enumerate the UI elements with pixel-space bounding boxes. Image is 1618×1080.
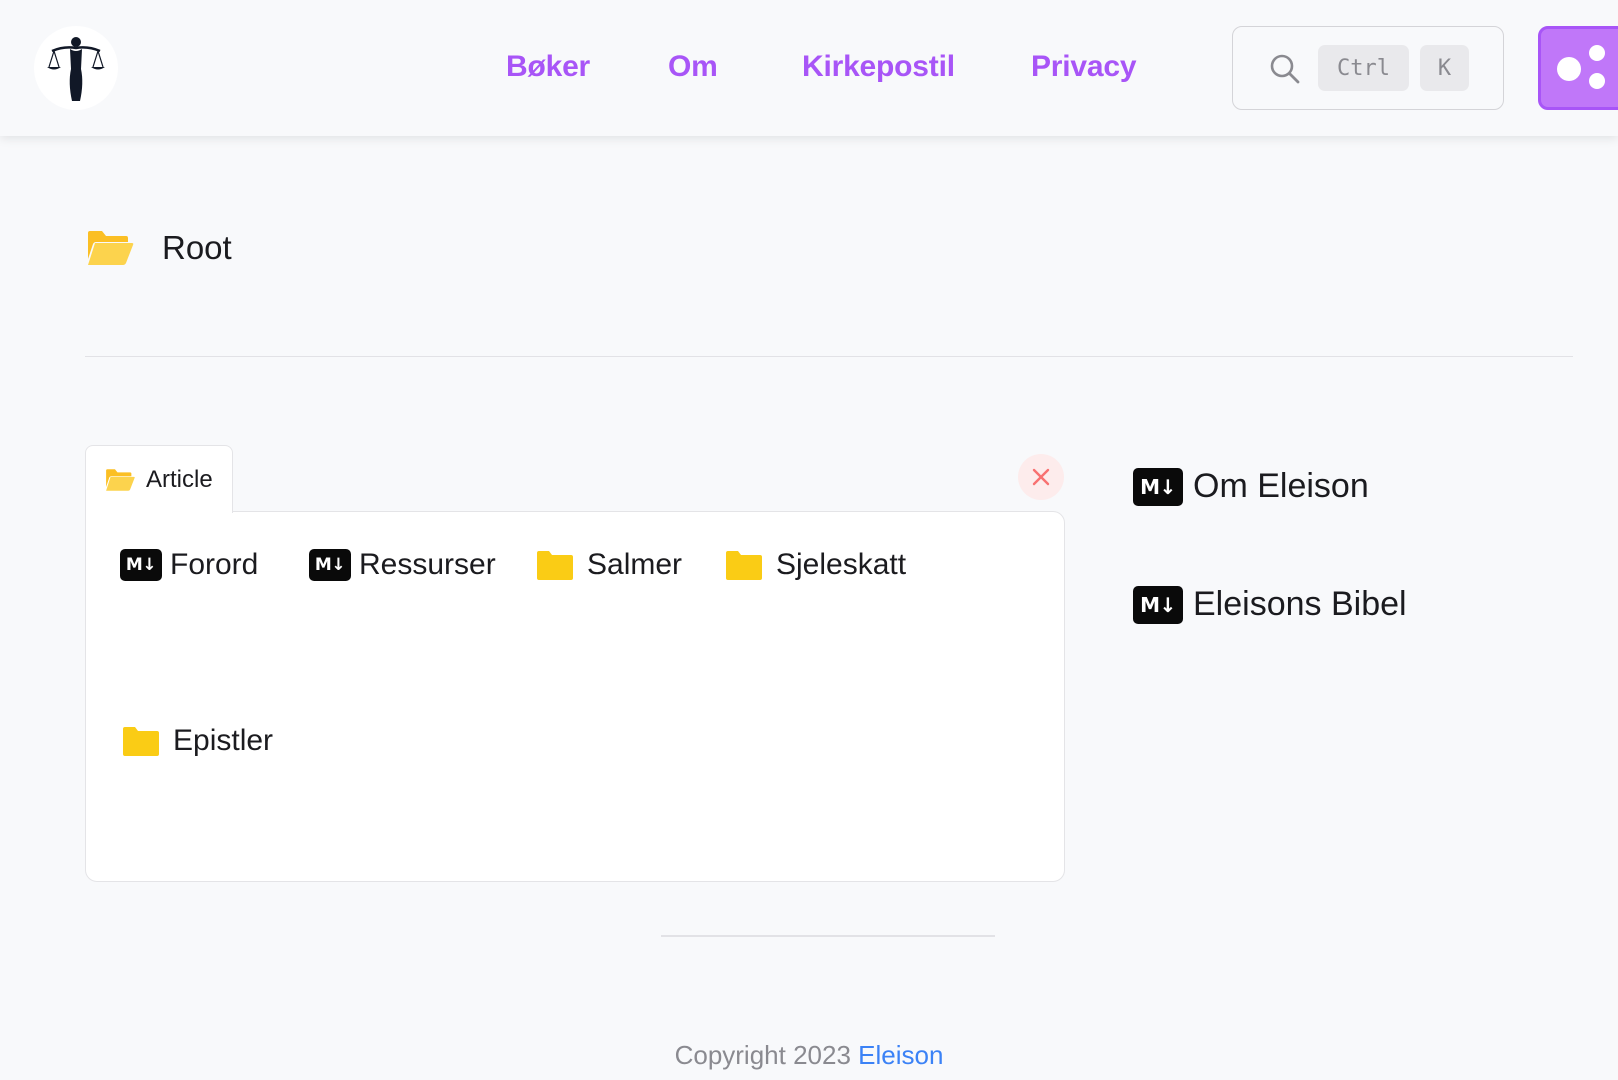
item-label: Epistler [173,724,274,757]
toggle-dot-icon [1589,73,1605,89]
list-item-ressurser[interactable]: M↓ Ressurser [309,548,496,582]
root-folder[interactable]: Root [86,226,232,270]
toggle-dot-icon [1557,57,1581,81]
footer: Copyright 2023 Eleison [0,1040,1618,1071]
folder-icon [537,551,573,580]
item-label: Ressurser [359,548,496,581]
nav-link-boker[interactable]: Bøker [506,50,590,84]
theme-toggle-button[interactable] [1538,26,1618,110]
folder-open-icon [88,231,134,265]
list-item-sjeleskatt[interactable]: Sjeleskatt [726,548,906,582]
item-label: Salmer [587,548,683,581]
markdown-icon: M↓ [309,549,351,581]
site-header: Bøker Om Kirkepostil Privacy Ctrl K [0,0,1618,136]
tab-article[interactable]: Article [85,445,233,513]
item-label: Om Eleison [1193,467,1369,505]
nav-link-kirkepostil[interactable]: Kirkepostil [802,50,955,84]
item-label: Eleisons Bibel [1193,585,1407,623]
divider [85,356,1573,357]
close-icon [1032,468,1050,486]
close-button[interactable] [1018,454,1064,500]
logo[interactable] [34,26,118,110]
markdown-icon: M↓ [1133,467,1183,506]
item-label: Sjeleskatt [776,548,907,581]
nav-link-privacy[interactable]: Privacy [1031,50,1137,84]
folder-icon [123,727,159,756]
kbd-k: K [1420,45,1469,91]
item-label: Forord [170,548,259,581]
list-item-forord[interactable]: M↓ Forord [120,548,258,582]
copyright-text: Copyright 2023 [674,1040,859,1070]
root-label: Root [162,229,232,266]
footer-link-eleison[interactable]: Eleison [858,1040,943,1070]
divider [661,935,995,937]
nav-link-om[interactable]: Om [668,50,718,84]
folder-open-icon [106,468,135,491]
article-panel: M↓ Forord M↓ Ressurser Salmer Sjeleskatt… [85,511,1065,882]
scales-of-justice-icon [47,37,105,101]
search-icon [1270,54,1300,84]
markdown-icon: M↓ [1133,585,1183,624]
folder-icon [726,551,762,580]
list-item-om-eleison[interactable]: M↓ Om Eleison [1133,467,1369,506]
tab-article-label: Article [146,465,213,493]
list-item-salmer[interactable]: Salmer [537,548,682,582]
markdown-icon: M↓ [120,549,162,581]
toggle-dot-icon [1589,45,1605,61]
list-item-eleisons-bibel[interactable]: M↓ Eleisons Bibel [1133,585,1407,624]
kbd-ctrl: Ctrl [1318,45,1409,91]
list-item-epistler[interactable]: Epistler [123,724,273,758]
search-button[interactable]: Ctrl K [1232,26,1504,110]
